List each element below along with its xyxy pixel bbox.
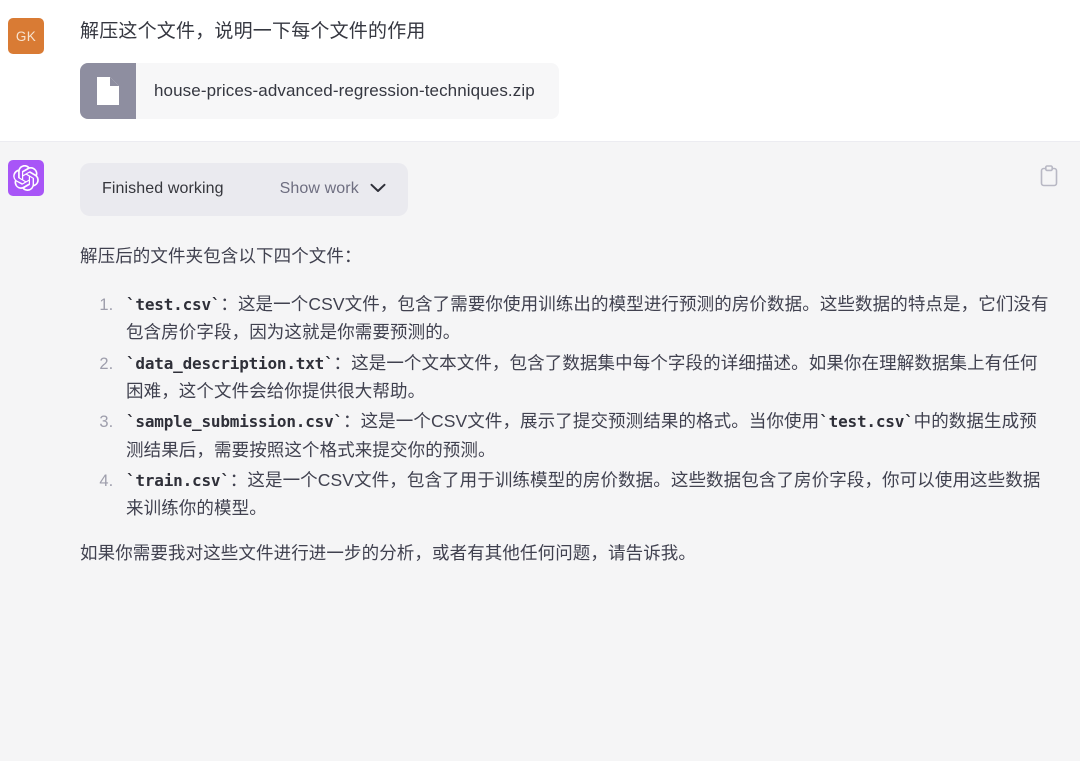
user-avatar-column: GK xyxy=(0,18,80,54)
avatar xyxy=(8,159,44,196)
chevron-down-icon xyxy=(370,180,386,198)
file-description-list: `test.csv`：这是一个CSV文件，包含了需要你使用训练出的模型进行预测的… xyxy=(80,290,1050,523)
response-intro-paragraph: 解压后的文件夹包含以下四个文件： xyxy=(80,245,362,266)
list-item-text: ：这是一个CSV文件，包含了用于训练模型的房价数据。这些数据包含了房价字段，你可… xyxy=(126,469,1041,519)
tool-work-bar: Finished working Show work xyxy=(80,162,408,216)
list-item-text: ：这是一个CSV文件，包含了需要你使用训练出的模型进行预测的房价数据。这些数据的… xyxy=(126,293,1049,343)
response-outro-paragraph: 如果你需要我对这些文件进行进一步的分析，或者有其他任何问题，请告诉我。 xyxy=(80,542,696,563)
inline-code: `data_description.txt` xyxy=(126,353,334,373)
avatar: GK xyxy=(8,18,44,54)
copy-response-button[interactable] xyxy=(1036,165,1062,192)
inline-code: `train.csv` xyxy=(126,470,230,490)
show-work-toggle[interactable]: Show work xyxy=(280,180,386,198)
file-attachment-chip[interactable]: house-prices-advanced-regression-techniq… xyxy=(80,62,559,119)
inline-code: `test.csv` xyxy=(126,294,221,314)
list-item-text: ：这是一个CSV文件，展示了提交预测结果的格式。当你使用 xyxy=(342,411,820,432)
assistant-response-body: 解压后的文件夹包含以下四个文件： `test.csv`：这是一个CSV文件，包含… xyxy=(80,242,1050,567)
user-avatar-initials: GK xyxy=(15,28,37,44)
work-status-label: Finished working xyxy=(102,180,224,197)
assistant-message-turn: Finished working Show work 解压后的文件夹包含以下四个… xyxy=(0,141,1080,761)
show-work-label: Show work xyxy=(279,180,359,197)
assistant-avatar-column xyxy=(0,159,80,196)
user-message-column: 解压这个文件，说明一下每个文件的作用 house-prices-advanced… xyxy=(80,18,1080,119)
inline-code: `sample_submission.csv` xyxy=(126,412,343,432)
user-message-turn: GK 解压这个文件，说明一下每个文件的作用 house-prices-advan… xyxy=(0,0,1080,142)
user-message-text: 解压这个文件，说明一下每个文件的作用 xyxy=(80,21,426,42)
conversation-container: GK 解压这个文件，说明一下每个文件的作用 house-prices-advan… xyxy=(0,0,1080,761)
list-item: `sample_submission.csv`：这是一个CSV文件，展示了提交预… xyxy=(118,407,1050,464)
assistant-message-column: Finished working Show work 解压后的文件夹包含以下四个… xyxy=(80,160,1080,567)
list-item: `test.csv`：这是一个CSV文件，包含了需要你使用训练出的模型进行预测的… xyxy=(118,290,1050,347)
list-item: `train.csv`：这是一个CSV文件，包含了用于训练模型的房价数据。这些数… xyxy=(118,466,1050,523)
list-item: `data_description.txt`：这是一个文本文件，包含了数据集中每… xyxy=(118,349,1050,406)
inline-code: `test.csv` xyxy=(819,412,914,432)
clipboard-copy-icon xyxy=(1039,165,1059,192)
file-attachment-name: house-prices-advanced-regression-techniq… xyxy=(154,80,535,100)
openai-logo-icon xyxy=(13,164,39,191)
document-file-icon xyxy=(80,62,136,119)
